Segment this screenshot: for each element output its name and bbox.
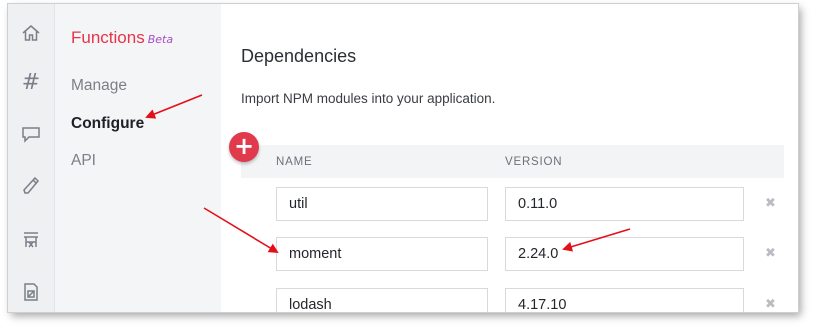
sim-card-icon[interactable] — [19, 280, 43, 304]
nav-item-configure[interactable]: Configure — [71, 115, 144, 133]
dependency-row: util 0.11.0 ✖ — [241, 187, 798, 221]
functions-nav: Functions Beta Manage Configure API — [55, 4, 221, 312]
module-name-field[interactable]: lodash — [276, 288, 488, 312]
module-version-field[interactable]: 0.11.0 — [505, 187, 744, 221]
page-description: Import NPM modules into your application… — [241, 91, 496, 106]
nav-item-api[interactable]: API — [71, 152, 96, 170]
column-header-version: VERSION — [505, 156, 563, 168]
icon-rail: # — [8, 4, 55, 312]
dependency-row: moment 2.24.0 ✖ — [241, 237, 798, 271]
remove-icon[interactable]: ✖ — [765, 196, 776, 211]
nav-item-manage[interactable]: Manage — [71, 77, 127, 95]
structure-icon[interactable] — [19, 228, 43, 252]
module-name-field[interactable]: util — [276, 187, 488, 221]
module-version-field[interactable]: 2.24.0 — [505, 237, 744, 271]
plus-icon: + — [233, 132, 255, 160]
hash-icon[interactable]: # — [19, 71, 43, 95]
nav-title: Functions Beta — [71, 28, 173, 48]
remove-icon[interactable]: ✖ — [765, 297, 776, 312]
phone-icon[interactable] — [19, 174, 43, 198]
add-dependency-button[interactable]: + — [229, 132, 259, 162]
chat-icon[interactable] — [19, 122, 43, 146]
nav-title-text: Functions — [71, 28, 145, 47]
table-header: NAME VERSION — [241, 145, 784, 178]
module-version-field[interactable]: 4.17.10 — [505, 288, 744, 312]
main-panel: Dependencies Import NPM modules into you… — [221, 4, 798, 312]
app-window: # Functions Beta Manage Configure API Dep… — [8, 4, 798, 312]
dependency-row: lodash 4.17.10 ✖ — [241, 288, 798, 312]
column-header-name: NAME — [276, 156, 313, 168]
remove-icon[interactable]: ✖ — [765, 246, 776, 261]
module-name-field[interactable]: moment — [276, 237, 488, 271]
beta-badge: Beta — [147, 33, 174, 46]
page-title: Dependencies — [241, 46, 357, 66]
home-icon[interactable] — [19, 21, 43, 45]
